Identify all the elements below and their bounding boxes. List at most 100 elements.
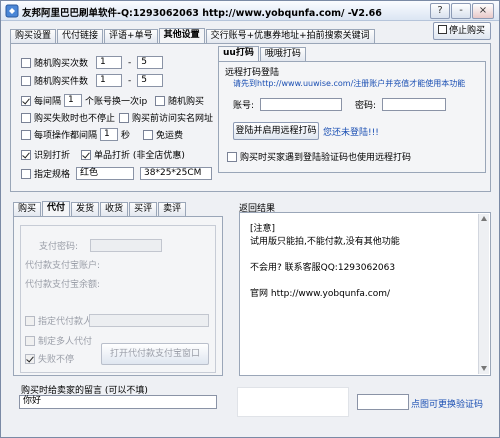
captcha-group-title: 远程打码登陆 [225,68,280,78]
multi-payer-label: 制定多人代付 [38,337,93,347]
result-line: 不会用? 联系客服QQ:1293062063 [250,263,396,273]
minimize-button[interactable]: - [451,3,471,19]
random-buy-count-row: 随机购买次数 1 - 5 [21,56,164,69]
recognize-captcha-label: 识别打折 [34,151,71,161]
scroll-down-icon[interactable] [481,366,487,371]
op-interval-input[interactable]: 1 [100,128,119,141]
tab-seller-review[interactable]: 卖评 [158,202,187,217]
close-button[interactable]: × [472,3,494,19]
pay-group: 支付密码: 代付款支付宝账户: 代付款支付宝余额: 指定代付款人 制定多人代付 … [20,225,216,373]
tab-bank-accounts[interactable]: 交行账号+优惠券地址+拍前搜索关键词 [205,29,375,44]
tab-comments[interactable]: 评语+单号 [104,29,158,44]
random-item-count-label: 随机购买件数 [34,77,89,87]
op-interval-row: 每项操作都间隔 1 秒 [21,128,130,141]
captcha-account-input[interactable] [260,98,343,111]
multi-payer-row: 制定多人代付 [25,334,92,347]
captcha-input[interactable] [357,394,409,410]
multi-payer-checkbox[interactable] [25,335,35,346]
free-shipping-checkbox[interactable] [143,129,153,140]
captcha-notice: 请先到http://www.uuwise.com/注册账户并充值才能使用本功能 [233,79,466,88]
interval-checkbox[interactable] [21,95,31,106]
open-pay-window-button[interactable]: 打开代付款支付宝窗口 [101,343,209,365]
assign-payer-input[interactable] [89,314,209,327]
random-item-count-min[interactable]: 1 [96,74,123,87]
spec-row: 指定规格 红色 38*25*25CM [21,167,213,180]
auto-captcha-label: 购买时买家遇到登陆验证码也使用远程打码 [240,153,412,163]
spec-checkbox[interactable] [21,168,31,179]
random-buy-count-checkbox[interactable] [21,57,31,68]
free-shipping-label: 免运费 [156,131,184,141]
scroll-up-icon[interactable] [481,216,487,221]
fail-no-stop-row: 购买失败时也不停止 [21,111,115,124]
spec-size-input[interactable]: 38*25*25CM [140,167,213,180]
pay-account-label: 代付款支付宝账户: [25,261,101,271]
random-buy-count-min[interactable]: 1 [96,56,123,69]
fail-no-stop-checkbox[interactable] [21,112,31,123]
op-interval-checkbox[interactable] [21,129,31,140]
interval-row: 每间隔 1 个账号换一次ip [21,94,147,107]
result-line: 试用版只能拍,不能付款,没有其他功能 [250,237,400,247]
tab-ship[interactable]: 发货 [71,202,100,217]
random-item-count-max[interactable]: 5 [137,74,164,87]
assign-payer-checkbox[interactable] [25,315,35,326]
interval-suffix: 个账号换一次ip [85,97,148,107]
pay-password-input[interactable] [90,239,163,252]
fail-no-stop-pay-row: 失败不停 [25,352,74,365]
app-icon [5,4,19,18]
pay-password-label: 支付密码: [39,242,79,252]
pay-balance-label: 代付款支付宝余额: [25,280,101,290]
visit-real-url-checkbox[interactable] [119,112,129,123]
tab-receive[interactable]: 收货 [100,202,129,217]
tab-pay-links[interactable]: 代付链接 [57,29,104,44]
captcha-password-input[interactable] [382,98,447,111]
result-scrollbar[interactable] [478,214,489,374]
captcha-panel: 远程打码登陆 请先到http://www.uuwise.com/注册账户并充值才… [218,61,486,173]
stop-buy-button[interactable]: 停止购买 [433,22,491,40]
result-line: 官网 http://www.yobqunfa.com/ [250,289,391,299]
interval-input[interactable]: 1 [64,94,83,107]
refresh-captcha-link[interactable]: 点图可更换验证码 [411,397,483,410]
pay-tabs: 购买 代付 发货 收货 买评 卖评 [13,200,187,218]
random-buy-row: 随机购买 [155,94,204,107]
pay-password-row: 支付密码: [39,239,163,252]
assign-payer-label: 指定代付款人 [38,317,93,327]
main-tabs: 购买设置 代付链接 评语+单号 其他设置 交行账号+优惠券地址+拍前搜索关键词 [10,27,376,45]
captcha-password-label: 密码: [355,101,377,111]
captcha-account-row: 账号: [233,98,343,111]
tab-buyer-review[interactable]: 买评 [129,202,158,217]
auto-captcha-checkbox[interactable] [227,151,237,162]
captcha-login-button[interactable]: 登陆并启用远程打码 [233,122,319,140]
op-interval-label: 每项操作都间隔 [34,131,98,141]
result-line [250,275,400,288]
stop-icon [438,25,447,34]
random-item-count-row: 随机购买件数 1 - 5 [21,74,164,87]
stop-buy-label: 停止购买 [449,26,486,36]
auto-captcha-row: 购买时买家遇到登陆验证码也使用远程打码 [227,150,411,163]
random-buy-label: 随机购买 [168,97,205,107]
result-line: [注意] [250,224,276,234]
captcha-login-status: 您还未登陆!!! [323,128,379,138]
random-item-count-checkbox[interactable] [21,75,31,86]
fail-no-stop-pay-checkbox[interactable] [25,353,35,364]
random-buy-count-sep: - [128,57,132,68]
single-print-label: 单品打折 (非全店优惠) [94,151,185,161]
captcha-image[interactable] [237,387,349,417]
tab-oo-captcha[interactable]: 哦哦打码 [259,47,306,62]
spec-label: 指定规格 [34,170,71,180]
tab-buy[interactable]: 购买 [13,202,42,217]
spec-color-input[interactable]: 红色 [76,167,135,180]
help-button[interactable]: ? [430,3,450,19]
single-print-checkbox[interactable] [81,149,91,160]
recognize-captcha-checkbox[interactable] [21,149,31,160]
random-buy-checkbox[interactable] [155,95,165,106]
fail-no-stop-label: 购买失败时也不停止 [34,114,116,124]
free-shipping-row: 免运费 [143,128,183,141]
recognize-captcha-row: 识别打折 [21,148,70,161]
random-buy-count-max[interactable]: 5 [137,56,164,69]
message-input[interactable]: 你好 [19,395,217,409]
captcha-tabs: uu打码 哦哦打码 [218,45,307,63]
assign-payer-row: 指定代付款人 [25,314,92,327]
tab-buy-settings[interactable]: 购买设置 [10,29,57,44]
pay-panel: 支付密码: 代付款支付宝账户: 代付款支付宝余额: 指定代付款人 制定多人代付 … [13,216,223,376]
title-bar: 友邦阿里巴巴刷单软件-Q:1293062063 http://www.yobqu… [1,1,499,21]
